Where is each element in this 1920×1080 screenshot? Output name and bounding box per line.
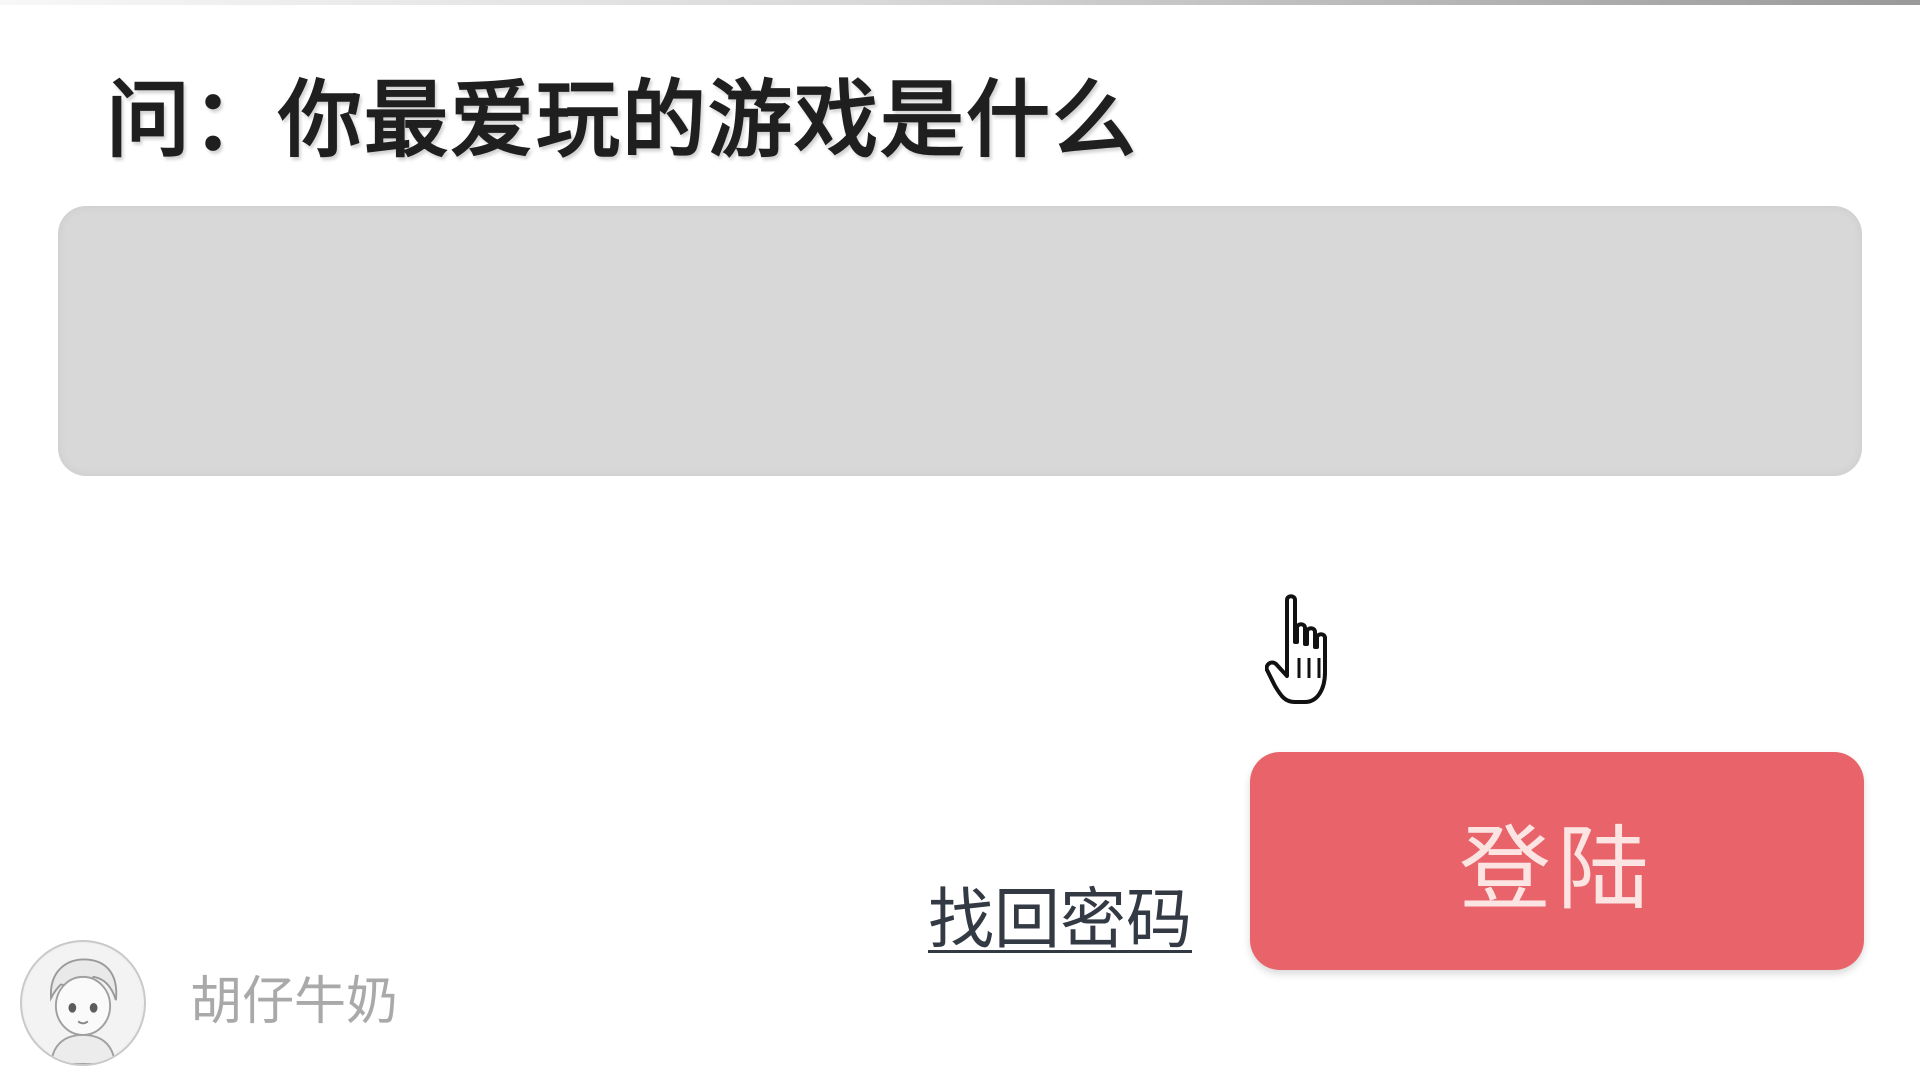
avatar-icon (23, 943, 143, 1064)
login-button[interactable]: 登陆 (1250, 752, 1864, 970)
avatar (20, 940, 146, 1066)
hand-pointer-icon (1265, 594, 1327, 704)
top-edge-shade (0, 0, 1920, 5)
security-question: 问：你最爱玩的游戏是什么 (106, 71, 1139, 169)
forgot-password-link[interactable]: 找回密码 (928, 880, 1192, 960)
answer-input[interactable] (58, 206, 1862, 476)
page: 问：你最爱玩的游戏是什么 找回密码 登陆 胡仔牛奶 (0, 0, 1920, 1080)
watermark-username: 胡仔牛奶 (190, 972, 399, 1032)
